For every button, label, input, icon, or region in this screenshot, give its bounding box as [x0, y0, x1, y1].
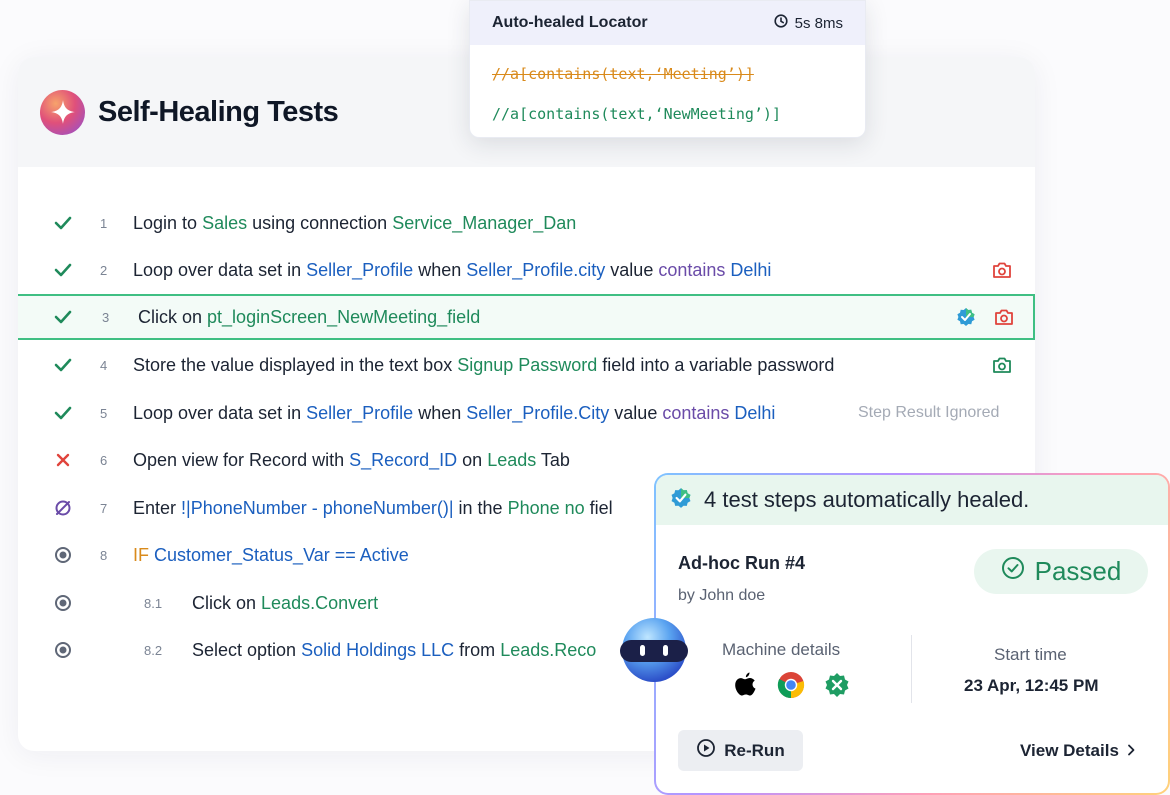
details-divider [911, 635, 912, 703]
screenshot-camera-icon[interactable] [991, 354, 1013, 376]
machine-details-label: Machine details [722, 640, 841, 659]
check-circle-icon [1001, 556, 1025, 587]
pending-radio-icon [54, 594, 72, 612]
check-icon [54, 356, 72, 374]
step-number: 8.1 [144, 595, 163, 611]
test-step-1[interactable]: 1 Login to Sales using connection Servic… [18, 200, 1035, 246]
step-text: Loop over data set in Seller_Profile whe… [133, 259, 772, 280]
step-text: Click on Leads.Convert [192, 592, 379, 613]
step-text: Loop over data set in Seller_Profile whe… [133, 402, 776, 423]
start-time-label: Start time [994, 645, 1067, 664]
failed-x-icon [54, 451, 72, 469]
new-locator: //a[contains(text,‘NewMeeting’)] [492, 105, 781, 123]
robot-mascot-icon [617, 616, 691, 684]
step-text: Store the value displayed in the text bo… [133, 354, 835, 375]
healed-badge-icon [670, 487, 692, 514]
pending-radio-icon [54, 641, 72, 659]
view-details-link[interactable]: View Details [1020, 741, 1135, 761]
disabled-eye-icon [54, 499, 72, 517]
run-author: by John doe [678, 587, 766, 604]
step-number: 6 [100, 452, 108, 468]
step-text: IF Customer_Status_Var == Active [133, 544, 409, 565]
step-number: 4 [100, 357, 108, 373]
step-text: Enter !|PhoneNumber - phoneNumber()| in … [133, 497, 613, 518]
check-icon [54, 214, 72, 232]
auto-healed-locator-popup: Auto-healed Locator 5s 8ms //a[contains(… [469, 0, 866, 138]
step-number: 1 [100, 215, 108, 231]
check-icon [54, 404, 72, 422]
testsigma-agent-icon [822, 670, 852, 700]
healed-run-card-body: 4 test steps automatically healed. Ad-ho… [656, 475, 1168, 793]
clock-icon [774, 14, 788, 32]
step-number: 2 [100, 262, 108, 278]
step-number: 8 [100, 547, 108, 563]
step-text: Open view for Record with S_Record_ID on… [133, 449, 570, 470]
heal-duration: 5s 8ms [774, 14, 843, 32]
passed-status-badge: Passed [974, 549, 1148, 594]
view-details-label: View Details [1020, 741, 1119, 760]
status-label: Passed [1034, 556, 1122, 586]
test-step-4[interactable]: 4 Store the value displayed in the text … [18, 342, 1035, 388]
screenshot-camera-icon[interactable] [993, 306, 1015, 328]
healed-run-card: 4 test steps automatically healed. Ad-ho… [654, 473, 1170, 795]
test-step-3-healed[interactable]: 3 Click on pt_loginScreen_NewMeeting_fie… [18, 294, 1035, 340]
check-icon [54, 308, 72, 326]
apple-icon [730, 670, 760, 700]
start-time-value: 23 Apr, 12:45 PM [964, 676, 1099, 695]
chevron-right-icon [1127, 741, 1135, 761]
healed-badge-icon[interactable] [955, 306, 977, 328]
screenshot-camera-icon[interactable] [991, 259, 1013, 281]
step-text: Click on pt_loginScreen_NewMeeting_field [138, 306, 481, 327]
test-step-2[interactable]: 2 Loop over data set in Seller_Profile w… [18, 247, 1035, 293]
run-title: Ad-hoc Run #4 [678, 553, 806, 573]
step-number: 5 [100, 405, 108, 421]
locator-popup-header: Auto-healed Locator 5s 8ms [470, 1, 865, 45]
step-text: Select option Solid Holdings LLC from Le… [192, 639, 597, 660]
page-title: Self-Healing Tests [98, 95, 339, 128]
rerun-button[interactable]: Re-Run [678, 730, 803, 771]
rerun-label: Re-Run [724, 740, 785, 760]
locator-popup-title: Auto-healed Locator [492, 14, 648, 31]
test-step-5[interactable]: 5 Loop over data set in Seller_Profile w… [18, 390, 1035, 436]
healed-banner: 4 test steps automatically healed. [656, 475, 1168, 525]
chrome-icon [776, 670, 806, 700]
step-number: 7 [100, 500, 108, 516]
step-result-note: Step Result Ignored [858, 404, 1000, 421]
play-circle-icon [696, 738, 716, 763]
check-icon [54, 261, 72, 279]
sparkle-logo-icon [40, 89, 85, 135]
step-number: 3 [102, 309, 110, 325]
step-number: 8.2 [144, 642, 163, 658]
old-locator: //a[contains(text,‘Meeting’)] [492, 65, 754, 83]
step-text: Login to Sales using connection Service_… [133, 212, 577, 233]
machine-icons [730, 670, 852, 700]
pending-radio-icon [54, 546, 72, 564]
healed-banner-text: 4 test steps automatically healed. [704, 487, 1030, 512]
duration-text: 5s 8ms [794, 14, 843, 32]
